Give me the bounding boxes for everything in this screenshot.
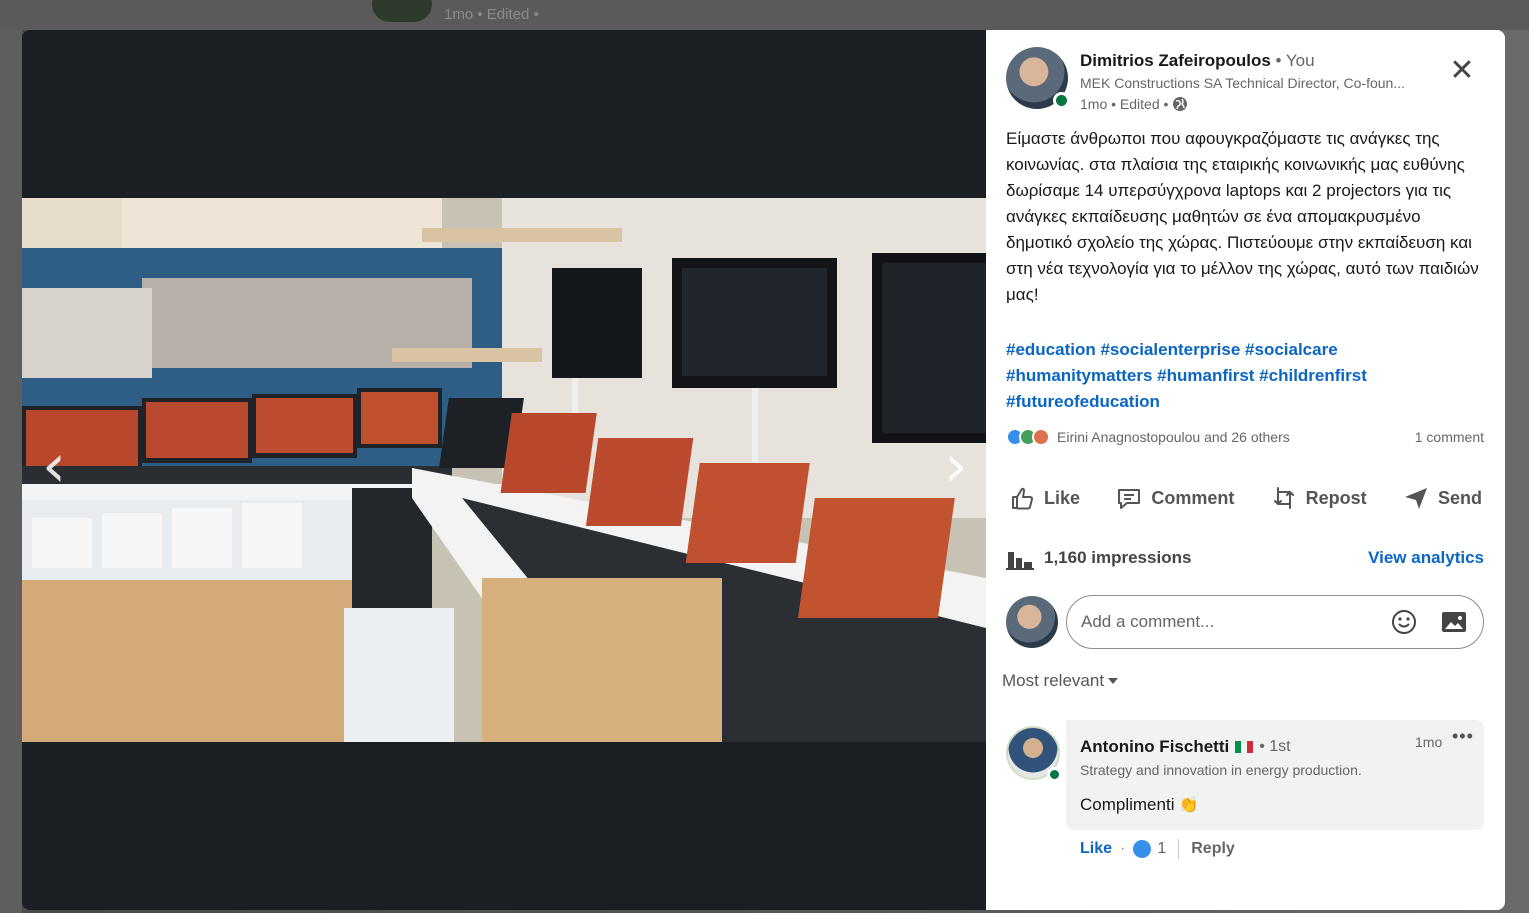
feed-right-column [1505,30,1529,913]
send-button[interactable]: Send [1396,484,1488,512]
impressions-summary[interactable]: 1,160 impressions [1006,546,1191,570]
send-icon [1404,488,1427,509]
globe-icon [1173,97,1188,111]
post-modal: ‹ › Dimitrios Zafeiropoulos • You MEK Co… [22,30,1505,910]
add-photo-button[interactable] [1439,607,1469,637]
online-status-icon [1053,92,1070,109]
repost-icon [1273,487,1294,509]
close-icon[interactable]: ✕ [1446,56,1478,88]
post-details-pane: Dimitrios Zafeiropoulos • You MEK Constr… [986,30,1505,910]
commenter-headline: Strategy and innovation in energy produc… [1080,762,1362,778]
separator-dot: · [1120,840,1126,857]
italy-flag-icon [1235,741,1254,753]
comment-count[interactable]: 1 comment [1415,429,1484,445]
post-photo-illustration [22,198,986,742]
comment-text: Complimenti [1080,795,1175,814]
comment-label: Comment [1151,487,1235,508]
view-analytics-link[interactable]: View analytics [1368,548,1484,568]
post-actions-bar: Like Comment Repost Send [1002,476,1488,520]
commenter-name[interactable]: Antonino Fischetti [1080,737,1229,757]
author-headline: MEK Constructions SA Technical Director,… [1080,75,1405,91]
feed-left-edge [0,30,22,913]
thumbs-up-icon [1012,487,1033,510]
comment-composer [1066,595,1484,649]
connection-degree: • 1st [1259,738,1291,755]
comment-icon [1118,489,1141,509]
clap-icon: 👏 [1178,797,1199,814]
post-body-text: Είμαστε άνθρωποι που αφουγκραζόμαστε τις… [1006,129,1479,304]
current-user-avatar [1006,596,1058,648]
post-meta: 1mo • Edited • [1080,96,1188,112]
comment-reaction-count[interactable]: 1 [1157,840,1166,858]
comment-button[interactable]: Comment [1109,484,1240,512]
like-reaction-icon [1133,840,1152,858]
impressions-row: 1,160 impressions View analytics [1006,546,1484,570]
like-button[interactable]: Like [1002,484,1086,512]
repost-label: Repost [1305,487,1367,508]
like-label: Like [1044,487,1081,508]
author-you-label: • You [1270,51,1315,70]
commenter-online-icon [1047,767,1062,782]
feed-post-meta: 1mo • Edited • [444,6,539,23]
author-name[interactable]: Dimitrios Zafeiropoulos • You [1080,51,1315,71]
sort-label: Most relevant [1002,671,1105,690]
post-photo[interactable] [22,198,986,742]
comment-text-row: Complimenti 👏 [1080,795,1198,815]
commenter-name-row: Antonino Fischetti • 1st [1080,737,1291,757]
feed-top-strip: 1mo • Edited • [0,0,1529,30]
repost-button[interactable]: Repost [1264,484,1373,512]
comment-actions: Like · 1 Reply [1080,839,1235,859]
comment-input[interactable] [1081,612,1369,632]
more-options-icon[interactable]: ••• [1452,726,1474,747]
comment-reply-button[interactable]: Reply [1191,840,1235,858]
reaction-icons [1006,428,1050,446]
feed-avatar [372,0,432,22]
comment-item: Antonino Fischetti • 1st 1mo ••• Strateg… [1066,720,1484,830]
next-image-button[interactable]: › [936,436,976,502]
divider [1178,839,1180,859]
emoji-icon [1392,610,1416,634]
comment-like-button[interactable]: Like [1080,840,1112,858]
send-label: Send [1437,487,1482,508]
media-pane: ‹ › [22,30,986,910]
post-hashtags[interactable]: #education #socialenterprise #socialcare… [1006,337,1488,415]
reactions-text[interactable]: Eirini Anagnostopoulou and 26 others [1057,429,1415,445]
post-meta-text: 1mo • Edited • [1080,96,1169,112]
comment-time: 1mo [1415,734,1443,750]
emoji-button[interactable] [1389,607,1419,637]
impressions-count: 1,160 impressions [1044,548,1192,567]
comment-sort-dropdown[interactable]: Most relevant [1002,671,1119,691]
love-reaction-icon [1032,428,1050,446]
bar-chart-icon [1006,552,1034,570]
author-name-text[interactable]: Dimitrios Zafeiropoulos [1080,51,1271,70]
reactions-summary[interactable]: Eirini Anagnostopoulou and 26 others 1 c… [1006,426,1484,448]
previous-image-button[interactable]: ‹ [34,436,74,502]
image-icon [1442,612,1466,632]
caret-down-icon [1108,678,1119,684]
